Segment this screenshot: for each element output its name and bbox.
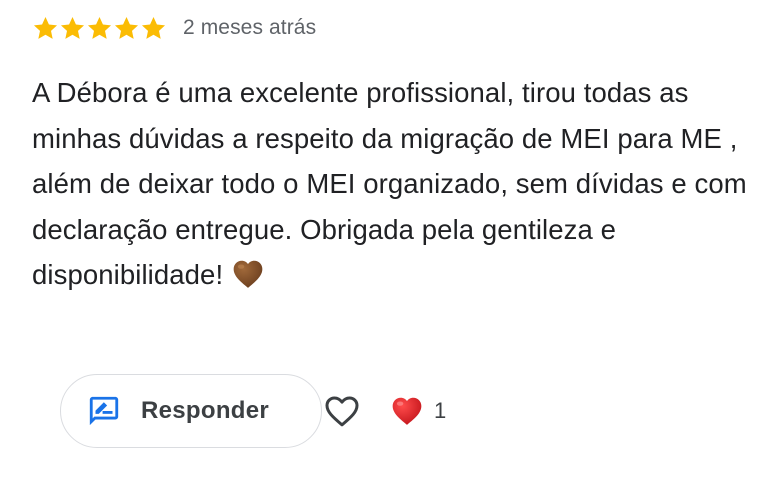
star-icon — [140, 15, 167, 42]
reply-button[interactable]: Responder — [60, 374, 322, 448]
reply-label: Responder — [141, 397, 270, 424]
review-card: 2 meses atrás A Débora é uma excelente p… — [0, 0, 768, 494]
star-icon — [32, 15, 59, 42]
star-icon — [113, 15, 140, 42]
heart-outline-icon[interactable] — [322, 391, 362, 431]
rating-row: 2 meses atrás — [32, 12, 316, 44]
star-icon — [86, 15, 113, 42]
red-heart-emoji-icon — [390, 394, 424, 428]
star-rating — [32, 15, 167, 42]
review-text: A Débora é uma excelente profissional, t… — [32, 77, 747, 290]
rate-review-icon — [87, 394, 121, 428]
review-actions: Responder 1 — [60, 374, 446, 448]
reaction-count: 1 — [434, 398, 447, 423]
review-time: 2 meses atrás — [183, 16, 317, 39]
reaction-summary[interactable]: 1 — [390, 394, 446, 428]
star-icon — [59, 15, 86, 42]
brown-heart-emoji-icon — [231, 257, 265, 291]
review-body: A Débora é uma excelente profissional, t… — [32, 70, 752, 298]
